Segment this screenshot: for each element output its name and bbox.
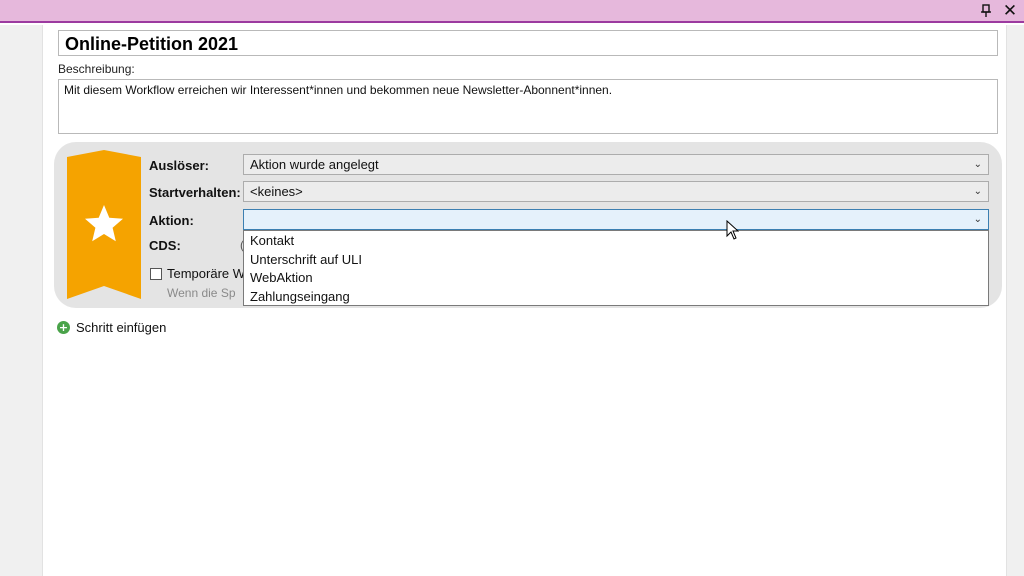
dropdown-option-unterschrift[interactable]: Unterschrift auf ULI bbox=[244, 251, 988, 270]
chevron-down-icon: ⌄ bbox=[973, 186, 982, 197]
pin-icon[interactable] bbox=[976, 2, 996, 20]
dropdown-option-zahlungseingang[interactable]: Zahlungseingang bbox=[244, 288, 988, 307]
description-textarea[interactable]: Mit diesem Workflow erreichen wir Intere… bbox=[58, 79, 998, 134]
temporary-checkbox-label: Temporäre W bbox=[167, 266, 246, 281]
hint-text: Wenn die Sp bbox=[167, 286, 236, 300]
start-behavior-select[interactable]: <keines> ⌄ bbox=[243, 181, 989, 202]
start-behavior-select-value: <keines> bbox=[250, 184, 303, 199]
cds-label: CDS: bbox=[149, 238, 181, 253]
start-behavior-label: Startverhalten: bbox=[149, 185, 241, 200]
chevron-down-icon: ⌄ bbox=[973, 214, 982, 225]
dropdown-option-kontakt[interactable]: Kontakt bbox=[244, 232, 988, 251]
window-titlebar: ✕ bbox=[0, 0, 1024, 23]
mouse-cursor-icon bbox=[726, 220, 739, 240]
scrollbar[interactable] bbox=[1006, 25, 1024, 576]
dropdown-option-webaktion[interactable]: WebAktion bbox=[244, 269, 988, 288]
trigger-label: Auslöser: bbox=[149, 158, 209, 173]
description-label: Beschreibung: bbox=[58, 62, 135, 76]
trigger-select-value: Aktion wurde angelegt bbox=[250, 157, 379, 172]
add-step-button[interactable]: + Schritt einfügen bbox=[57, 320, 166, 335]
temporary-checkbox[interactable] bbox=[150, 268, 162, 280]
add-circle-icon: + bbox=[57, 321, 70, 334]
close-icon[interactable]: ✕ bbox=[1000, 1, 1020, 21]
action-label: Aktion: bbox=[149, 213, 194, 228]
trigger-select[interactable]: Aktion wurde angelegt ⌄ bbox=[243, 154, 989, 175]
star-ribbon-icon bbox=[67, 150, 141, 299]
action-dropdown-list: Kontakt Unterschrift auf ULI WebAktion Z… bbox=[243, 230, 989, 306]
workflow-title-input[interactable]: Online-Petition 2021 bbox=[58, 30, 998, 56]
left-gutter bbox=[0, 25, 43, 576]
chevron-down-icon: ⌄ bbox=[973, 159, 982, 170]
action-select[interactable]: ⌄ bbox=[243, 209, 989, 230]
add-step-label: Schritt einfügen bbox=[76, 320, 167, 335]
